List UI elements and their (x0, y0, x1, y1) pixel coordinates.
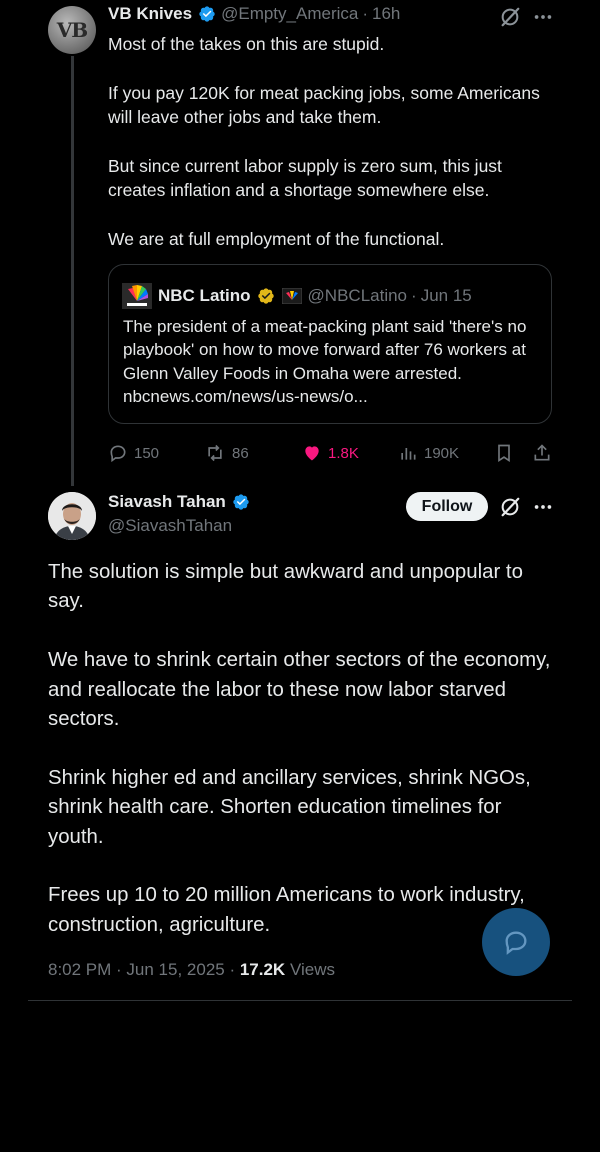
share-button[interactable] (532, 440, 552, 466)
tweet-paragraph: The solution is simple but awkward and u… (48, 561, 523, 613)
nbc-peacock-icon (122, 283, 152, 309)
repost-count: 86 (232, 444, 249, 462)
main-tweet-body: The solution is simple but awkward and u… (48, 558, 553, 970)
author-handle[interactable]: @SiavashTahan (108, 516, 232, 536)
avatar[interactable]: VB (48, 6, 96, 54)
like-count: 1.8K (328, 444, 359, 462)
avatar[interactable] (48, 492, 96, 540)
tweet-actions-bar: 150 86 1.8K 190K (108, 440, 558, 466)
quote-date: Jun 15 (420, 286, 472, 305)
grok-icon[interactable] (499, 496, 521, 518)
follow-button[interactable]: Follow (406, 492, 488, 521)
separator-dot: · (411, 286, 417, 305)
thread-connector-line (71, 56, 74, 486)
quote-tweet-card[interactable]: NBC Latino @NBCLatino · Jun 15 The presi… (108, 264, 552, 424)
chat-fab-button[interactable] (482, 908, 550, 976)
quote-author-handle: @NBCLatino (307, 286, 408, 305)
tweet-paragraph: But since current labor supply is zero s… (108, 156, 502, 201)
profile-photo (48, 492, 96, 540)
views-icon (401, 448, 416, 460)
like-button[interactable]: 1.8K (302, 440, 359, 466)
tweet-paragraph: If you pay 120K for meat packing jobs, s… (108, 82, 540, 128)
more-icon[interactable] (532, 498, 554, 516)
separator-dot: · (362, 4, 369, 23)
tweet-body: Most of the takes on this are stupid. If… (108, 32, 548, 276)
verified-gold-badge-icon (257, 288, 274, 304)
tweet-header: Siavash Tahan (108, 492, 255, 512)
author-name[interactable]: VB Knives (108, 4, 192, 24)
tweet-paragraph: Most of the takes on this are stupid. (108, 34, 385, 54)
tweet-paragraph: We have to shrink certain other sectors … (48, 649, 551, 731)
tweet-paragraph: We are at full employment of the functio… (108, 229, 445, 250)
share-icon (534, 444, 550, 461)
heart-icon (305, 446, 319, 461)
avatar-monogram: VB (56, 18, 88, 42)
affiliate-badge-icon (281, 288, 302, 304)
tweet-header: VB Knives @Empty_America · 16h (108, 4, 400, 24)
reply-button[interactable]: 150 (108, 440, 159, 466)
author-handle[interactable]: @Empty_America (221, 4, 358, 24)
bookmark-icon (498, 444, 510, 463)
quote-author-name: NBC Latino (158, 286, 251, 305)
verified-badge-icon (199, 6, 215, 22)
repost-button[interactable]: 86 (204, 440, 249, 466)
verified-badge-icon (233, 494, 249, 510)
views-button[interactable]: 190K (398, 440, 459, 466)
more-icon[interactable] (532, 8, 554, 26)
grok-icon[interactable] (499, 6, 521, 28)
tweet-paragraph: Shrink higher ed and ancillary services,… (48, 766, 531, 848)
reply-icon (110, 445, 126, 463)
bookmark-button[interactable] (494, 440, 514, 466)
tweet-time[interactable]: 16h (372, 4, 400, 24)
author-name[interactable]: Siavash Tahan (108, 492, 226, 512)
tweet-meta: 8:02 PM · Jun 15, 2025 · 17.2K Views (48, 960, 335, 980)
divider (28, 1000, 572, 1001)
views-count: 190K (424, 444, 460, 462)
reply-count: 150 (134, 444, 160, 462)
views-count: 17.2K (239, 960, 286, 979)
chat-icon (505, 931, 527, 955)
tweet-timestamp[interactable]: 8:02 PM · Jun 15, 2025 · (48, 960, 240, 979)
quote-header: NBC Latino @NBCLatino · Jun 15 (122, 283, 472, 309)
quote-text: The president of a meat-packing plant sa… (123, 317, 527, 407)
tweet-paragraph: Frees up 10 to 20 million Americans to w… (48, 884, 525, 936)
repost-icon (208, 444, 222, 462)
views-label: Views (285, 960, 335, 979)
